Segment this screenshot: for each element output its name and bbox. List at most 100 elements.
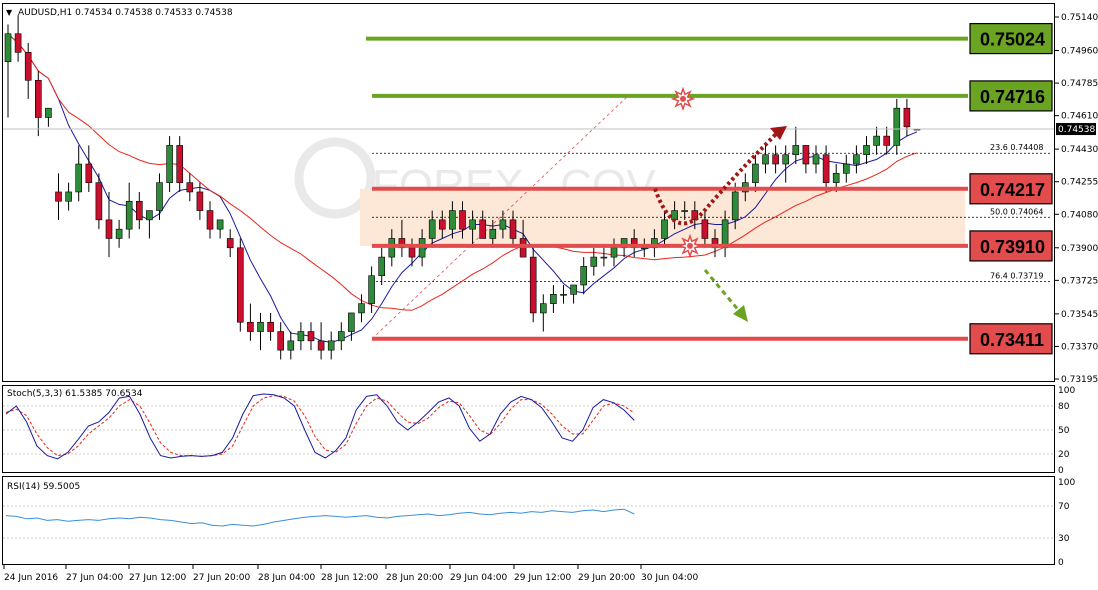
- candle-body: [560, 294, 567, 296]
- candle-body: [459, 210, 466, 230]
- candle-body: [267, 321, 274, 332]
- x-tick-label: 28 Jun 20:00: [386, 573, 443, 583]
- candle-body: [297, 331, 305, 342]
- candle-body: [247, 321, 254, 332]
- candle-body: [327, 340, 335, 351]
- candle-body: [55, 191, 62, 202]
- price-level-label: 0.74217: [980, 180, 1045, 200]
- candle-body: [348, 312, 355, 332]
- price-level-label: 0.75024: [980, 30, 1045, 50]
- candle-body: [681, 210, 689, 212]
- candle-body: [853, 154, 860, 165]
- candle-body: [782, 154, 790, 165]
- candle-body: [75, 163, 82, 193]
- stoch-tick-label: 50: [1058, 426, 1070, 436]
- chart-root: FOREX...COV 23.6 0.7440850.0 0.7406476.4…: [2, 3, 1098, 583]
- candle-body: [661, 219, 668, 239]
- candle-body: [115, 228, 123, 239]
- candle-body: [408, 247, 416, 258]
- fib-level-label: 76.4 0.73719: [990, 271, 1043, 280]
- symbol-header: AUDUSD,H1 0.74534 0.74538 0.74533 0.7453…: [18, 8, 233, 18]
- candle-body: [257, 321, 264, 332]
- candle-body: [337, 331, 345, 342]
- candle-body: [590, 256, 598, 267]
- candle-body: [206, 210, 214, 230]
- candle-body: [539, 303, 547, 314]
- candle-body: [469, 219, 476, 230]
- price-level-label: 0.73910: [980, 237, 1045, 257]
- candle-body: [216, 219, 224, 230]
- y-tick-label: 0.74785: [1061, 79, 1098, 89]
- candle-body: [863, 145, 870, 156]
- candle-body: [873, 135, 880, 146]
- candle-body: [105, 219, 113, 239]
- y-tick-label: 0.75140: [1061, 13, 1098, 23]
- candle-body: [721, 219, 729, 249]
- candle-body: [45, 107, 52, 118]
- candle-body: [166, 145, 173, 183]
- candle-body: [489, 228, 497, 239]
- x-tick-label: 30 Jun 04:00: [641, 573, 698, 583]
- candle-body: [65, 191, 72, 202]
- rsi-label: RSI(14) 59.5005: [7, 482, 80, 492]
- y-tick-label: 0.73545: [1061, 310, 1098, 320]
- candle-body: [600, 256, 608, 259]
- candle-body: [237, 247, 244, 323]
- dropdown-arrow-icon[interactable]: ▼: [6, 8, 13, 17]
- y-tick-label: 0.74255: [1061, 178, 1098, 188]
- candle-body: [317, 340, 325, 351]
- y-tick-label: 0.74610: [1061, 112, 1098, 122]
- candle-body: [307, 331, 315, 342]
- candle-body: [4, 33, 12, 62]
- candle-body: [701, 219, 709, 239]
- candle-body: [509, 219, 517, 239]
- x-tick-label: 27 Jun 12:00: [129, 573, 186, 583]
- x-tick-label: 24 Jun 2016: [4, 573, 58, 583]
- y-tick-label: 0.74080: [1061, 210, 1098, 220]
- candle-body: [499, 219, 507, 230]
- y-tick-label: 0.73195: [1061, 375, 1098, 385]
- candle-body: [752, 163, 759, 183]
- candle-body: [570, 284, 577, 295]
- price-level-label: 0.73411: [980, 330, 1044, 350]
- fib-level-label: 23.6 0.74408: [990, 143, 1043, 152]
- x-tick-label: 28 Jun 04:00: [258, 573, 315, 583]
- candle-body: [146, 210, 153, 221]
- stoch-label: Stoch(5,3,3) 61.5385 70.6534: [7, 389, 143, 399]
- candle-body: [822, 154, 830, 183]
- x-tick-label: 29 Jun 12:00: [514, 573, 571, 583]
- burst-icon-core: [687, 242, 693, 249]
- rsi-tick-label: 70: [1058, 502, 1070, 512]
- y-tick-label: 0.74960: [1061, 47, 1098, 57]
- rsi-tick-label: 100: [1058, 478, 1075, 488]
- candle-body: [883, 135, 891, 146]
- candle-body: [226, 238, 234, 249]
- candle-body: [550, 294, 557, 304]
- candle-body: [812, 154, 820, 165]
- stoch-tick-label: 0: [1058, 466, 1064, 476]
- x-tick-label: 29 Jun 04:00: [450, 573, 507, 583]
- candle-body: [479, 219, 487, 239]
- candle-body: [772, 154, 779, 165]
- candle-body: [378, 256, 386, 277]
- stoch-tick-label: 100: [1058, 386, 1075, 396]
- rsi-panel[interactable]: [2, 476, 1055, 565]
- candle-body: [610, 247, 618, 258]
- y-tick-label: 0.74430: [1061, 145, 1098, 155]
- candle-body: [893, 107, 901, 146]
- fib-level-label: 50.0 0.74064: [990, 207, 1043, 216]
- candle-body: [903, 107, 911, 128]
- candle-body: [156, 182, 163, 211]
- candle-body: [14, 33, 22, 53]
- stoch-tick-label: 80: [1058, 402, 1070, 412]
- x-tick-label: 27 Jun 20:00: [193, 573, 250, 583]
- candle-body: [802, 145, 810, 165]
- candle-body: [842, 163, 850, 174]
- y-tick-label: 0.73370: [1061, 342, 1098, 352]
- price-level-label: 0.74716: [980, 87, 1045, 107]
- candle-body: [136, 200, 143, 221]
- candle-body: [277, 331, 285, 351]
- candle-body: [196, 191, 204, 211]
- x-tick-label: 29 Jun 20:00: [578, 573, 635, 583]
- candle-body: [176, 145, 183, 183]
